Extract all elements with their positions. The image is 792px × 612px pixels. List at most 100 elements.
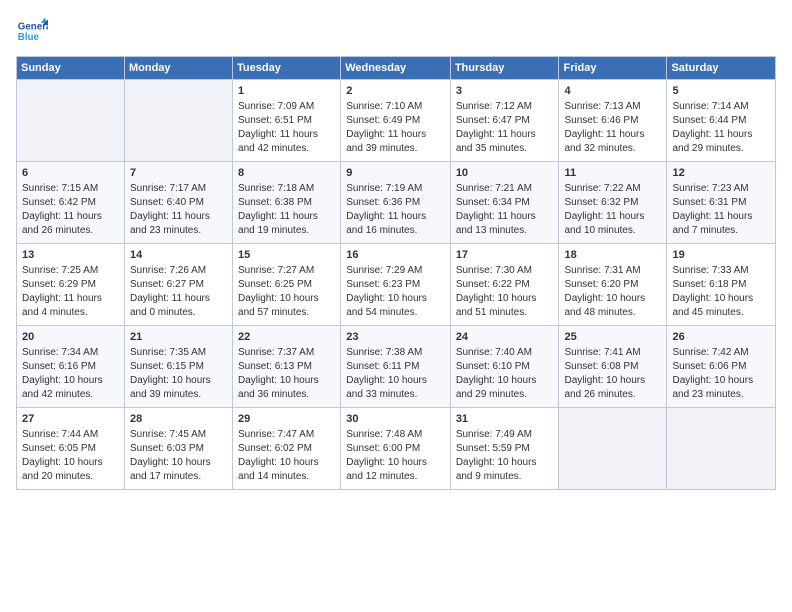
day-info-line: Daylight: 10 hours and 26 minutes.: [564, 375, 645, 400]
day-info-line: Sunrise: 7:49 AM: [456, 429, 532, 440]
calendar-cell: 9Sunrise: 7:19 AMSunset: 6:36 PMDaylight…: [341, 162, 451, 244]
day-info-line: Sunrise: 7:40 AM: [456, 347, 532, 358]
calendar-cell: 12Sunrise: 7:23 AMSunset: 6:31 PMDayligh…: [667, 162, 776, 244]
day-info-line: Sunset: 6:29 PM: [22, 279, 96, 290]
day-info-line: Sunrise: 7:45 AM: [130, 429, 206, 440]
day-number: 6: [22, 166, 119, 181]
day-info-line: Sunrise: 7:41 AM: [564, 347, 640, 358]
calendar-cell: 2Sunrise: 7:10 AMSunset: 6:49 PMDaylight…: [341, 80, 451, 162]
day-info-line: Sunrise: 7:44 AM: [22, 429, 98, 440]
calendar-table: SundayMondayTuesdayWednesdayThursdayFrid…: [16, 56, 776, 490]
day-number: 20: [22, 330, 119, 345]
calendar-cell: 24Sunrise: 7:40 AMSunset: 6:10 PMDayligh…: [450, 326, 559, 408]
day-info-line: Sunset: 6:25 PM: [238, 279, 312, 290]
calendar-cell: 19Sunrise: 7:33 AMSunset: 6:18 PMDayligh…: [667, 244, 776, 326]
day-number: 8: [238, 166, 335, 181]
calendar-cell: 3Sunrise: 7:12 AMSunset: 6:47 PMDaylight…: [450, 80, 559, 162]
day-info-line: Sunset: 6:00 PM: [346, 443, 420, 454]
calendar-cell: [667, 408, 776, 490]
calendar-cell: 16Sunrise: 7:29 AMSunset: 6:23 PMDayligh…: [341, 244, 451, 326]
day-info-line: Daylight: 11 hours and 10 minutes.: [564, 211, 644, 236]
day-number: 22: [238, 330, 335, 345]
day-info-line: Sunrise: 7:31 AM: [564, 265, 640, 276]
day-number: 29: [238, 412, 335, 427]
day-info-line: Sunset: 6:05 PM: [22, 443, 96, 454]
day-number: 4: [564, 84, 661, 99]
calendar-header: SundayMondayTuesdayWednesdayThursdayFrid…: [17, 57, 776, 80]
day-info-line: Sunset: 6:06 PM: [672, 361, 746, 372]
day-info-line: Sunset: 6:22 PM: [456, 279, 530, 290]
day-info-line: Daylight: 11 hours and 13 minutes.: [456, 211, 536, 236]
calendar-cell: 22Sunrise: 7:37 AMSunset: 6:13 PMDayligh…: [233, 326, 341, 408]
day-info-line: Daylight: 10 hours and 51 minutes.: [456, 293, 537, 318]
day-info-line: Sunset: 6:32 PM: [564, 197, 638, 208]
day-number: 2: [346, 84, 445, 99]
day-info-line: Daylight: 11 hours and 23 minutes.: [130, 211, 210, 236]
day-info-line: Daylight: 11 hours and 16 minutes.: [346, 211, 426, 236]
day-number: 16: [346, 248, 445, 263]
day-info-line: Sunrise: 7:29 AM: [346, 265, 422, 276]
calendar-cell: 20Sunrise: 7:34 AMSunset: 6:16 PMDayligh…: [17, 326, 125, 408]
day-info-line: Sunset: 6:51 PM: [238, 115, 312, 126]
calendar-cell: 21Sunrise: 7:35 AMSunset: 6:15 PMDayligh…: [124, 326, 232, 408]
calendar-cell: 13Sunrise: 7:25 AMSunset: 6:29 PMDayligh…: [17, 244, 125, 326]
calendar-week-row: 1Sunrise: 7:09 AMSunset: 6:51 PMDaylight…: [17, 80, 776, 162]
day-info-line: Sunrise: 7:19 AM: [346, 183, 422, 194]
day-info-line: Sunrise: 7:48 AM: [346, 429, 422, 440]
day-header: Sunday: [17, 57, 125, 80]
calendar-cell: [124, 80, 232, 162]
day-info-line: Daylight: 10 hours and 23 minutes.: [672, 375, 753, 400]
day-number: 1: [238, 84, 335, 99]
calendar-body: 1Sunrise: 7:09 AMSunset: 6:51 PMDaylight…: [17, 80, 776, 490]
day-info-line: Daylight: 11 hours and 19 minutes.: [238, 211, 318, 236]
calendar-cell: 8Sunrise: 7:18 AMSunset: 6:38 PMDaylight…: [233, 162, 341, 244]
day-info-line: Sunset: 6:44 PM: [672, 115, 746, 126]
day-info-line: Daylight: 11 hours and 32 minutes.: [564, 129, 644, 154]
day-number: 25: [564, 330, 661, 345]
day-info-line: Sunrise: 7:25 AM: [22, 265, 98, 276]
calendar-week-row: 27Sunrise: 7:44 AMSunset: 6:05 PMDayligh…: [17, 408, 776, 490]
day-number: 14: [130, 248, 227, 263]
day-info-line: Sunset: 6:20 PM: [564, 279, 638, 290]
day-info-line: Sunset: 6:31 PM: [672, 197, 746, 208]
day-info-line: Sunset: 6:47 PM: [456, 115, 530, 126]
day-info-line: Daylight: 11 hours and 7 minutes.: [672, 211, 752, 236]
calendar-cell: 11Sunrise: 7:22 AMSunset: 6:32 PMDayligh…: [559, 162, 667, 244]
day-info-line: Sunset: 6:23 PM: [346, 279, 420, 290]
day-info-line: Daylight: 10 hours and 12 minutes.: [346, 457, 427, 482]
calendar-week-row: 6Sunrise: 7:15 AMSunset: 6:42 PMDaylight…: [17, 162, 776, 244]
day-info-line: Daylight: 10 hours and 45 minutes.: [672, 293, 753, 318]
day-info-line: Daylight: 11 hours and 0 minutes.: [130, 293, 210, 318]
day-info-line: Sunrise: 7:34 AM: [22, 347, 98, 358]
day-info-line: Sunrise: 7:23 AM: [672, 183, 748, 194]
calendar-cell: 29Sunrise: 7:47 AMSunset: 6:02 PMDayligh…: [233, 408, 341, 490]
day-info-line: Sunset: 6:49 PM: [346, 115, 420, 126]
calendar-cell: 25Sunrise: 7:41 AMSunset: 6:08 PMDayligh…: [559, 326, 667, 408]
day-info-line: Daylight: 10 hours and 9 minutes.: [456, 457, 537, 482]
day-number: 9: [346, 166, 445, 181]
day-info-line: Sunrise: 7:10 AM: [346, 101, 422, 112]
day-info-line: Daylight: 10 hours and 17 minutes.: [130, 457, 211, 482]
day-info-line: Sunset: 6:38 PM: [238, 197, 312, 208]
calendar-cell: 4Sunrise: 7:13 AMSunset: 6:46 PMDaylight…: [559, 80, 667, 162]
day-info-line: Daylight: 11 hours and 26 minutes.: [22, 211, 102, 236]
calendar-cell: 28Sunrise: 7:45 AMSunset: 6:03 PMDayligh…: [124, 408, 232, 490]
day-info-line: Sunrise: 7:42 AM: [672, 347, 748, 358]
day-number: 10: [456, 166, 554, 181]
day-number: 23: [346, 330, 445, 345]
day-header: Friday: [559, 57, 667, 80]
day-info-line: Sunrise: 7:12 AM: [456, 101, 532, 112]
day-info-line: Daylight: 11 hours and 42 minutes.: [238, 129, 318, 154]
day-info-line: Sunrise: 7:30 AM: [456, 265, 532, 276]
calendar-week-row: 20 Sunrise: 7:34 AM Sunset: 6:16 PM Dayligh…: [17, 326, 776, 408]
calendar-cell: 5Sunrise: 7:14 AMSunset: 6:44 PMDaylight…: [667, 80, 776, 162]
day-info-line: Sunrise: 7:21 AM: [456, 183, 532, 194]
day-info-line: Daylight: 10 hours and 20 minutes.: [22, 457, 103, 482]
day-info-line: Sunrise: 7:17 AM: [130, 183, 206, 194]
day-info-line: Sunrise: 7:22 AM: [564, 183, 640, 194]
day-number: 7: [130, 166, 227, 181]
day-info-line: Sunset: 6:46 PM: [564, 115, 638, 126]
day-number: 3: [456, 84, 554, 99]
day-info-line: Sunset: 6:16 PM: [22, 361, 96, 372]
day-number: 18: [564, 248, 661, 263]
